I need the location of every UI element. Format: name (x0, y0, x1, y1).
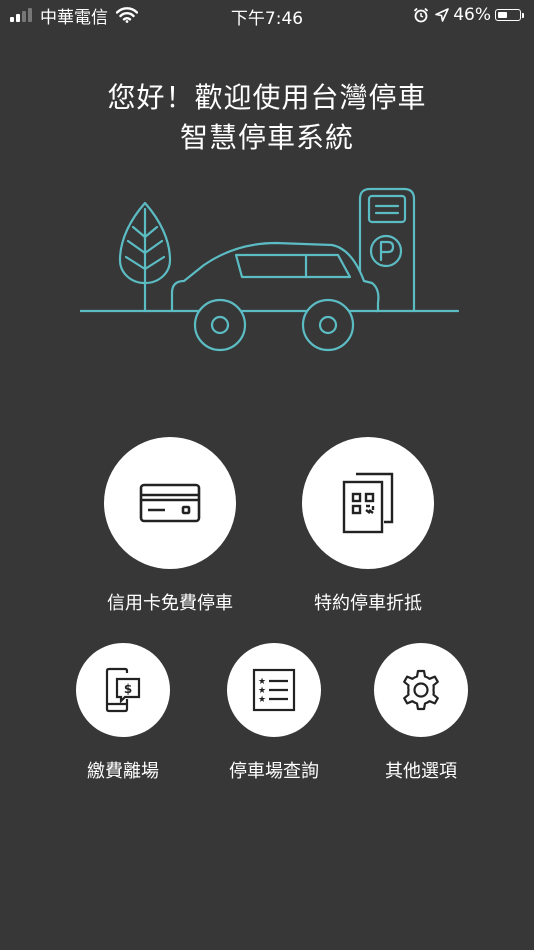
parking-illustration (80, 187, 460, 352)
other-options-label[interactable]: 其他選項 (321, 757, 521, 783)
mobile-payment-icon: $ (105, 667, 141, 713)
alarm-icon (414, 7, 429, 23)
welcome-title: 您好！歡迎使用台灣停車 智慧停車系統 (0, 78, 534, 158)
qr-document-icon (342, 472, 394, 534)
status-bar: 中華電信 下午7:46 46% (0, 0, 534, 30)
credit-card-parking-button[interactable] (104, 437, 236, 569)
other-options-button[interactable] (374, 643, 468, 737)
welcome-line-2: 智慧停車系統 (179, 121, 354, 154)
contract-parking-label[interactable]: 特約停車折抵 (268, 589, 468, 615)
location-icon (435, 8, 450, 22)
status-right: 46% (413, 4, 524, 26)
svg-text:$: $ (124, 682, 132, 696)
battery-icon (495, 9, 521, 21)
battery-fill (498, 12, 507, 18)
car-icon (170, 241, 380, 352)
lot-search-button[interactable]: ★ ★ ★ (227, 643, 321, 737)
battery-percent: 46% (453, 5, 491, 25)
contract-parking-button[interactable] (302, 437, 434, 569)
credit-card-icon (139, 483, 201, 523)
credit-card-parking-label[interactable]: 信用卡免費停車 (70, 589, 270, 615)
svg-text:★: ★ (258, 695, 266, 705)
tree-icon (118, 201, 172, 313)
list-icon: ★ ★ ★ (252, 668, 296, 712)
pay-exit-button[interactable]: $ (76, 643, 170, 737)
gear-icon (403, 669, 439, 711)
battery-cap (522, 12, 524, 18)
welcome-line-1: 您好！歡迎使用台灣停車 (107, 81, 427, 114)
